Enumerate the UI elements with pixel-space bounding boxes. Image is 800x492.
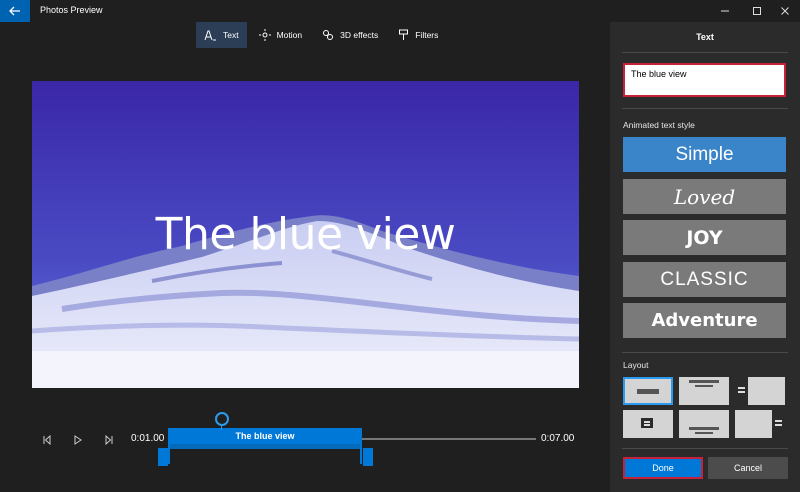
style-joy[interactable]: JOY [623, 220, 786, 255]
style-simple[interactable]: Simple [623, 137, 786, 172]
cancel-button[interactable]: Cancel [708, 457, 788, 479]
filters-icon [399, 29, 409, 40]
video-preview[interactable]: The blue view [32, 81, 579, 388]
cancel-button-label: Cancel [733, 463, 762, 473]
panel-divider [622, 448, 788, 449]
clip-label: The blue view [235, 431, 295, 441]
text-input-value: The blue view [631, 69, 687, 79]
play-icon [74, 435, 82, 445]
layout-mark [695, 385, 713, 387]
back-arrow-icon [9, 6, 20, 16]
maximize-icon [753, 7, 761, 15]
style-simple-label: Simple [675, 143, 734, 165]
layout-mark [644, 424, 650, 426]
trim-end-line [360, 444, 362, 464]
style-classic-label: CLASSIC [660, 268, 749, 290]
panel-divider [622, 352, 788, 353]
maximize-button[interactable] [742, 0, 772, 22]
close-icon [781, 7, 789, 15]
panel-divider [622, 52, 788, 53]
skip-forward-icon [105, 435, 113, 445]
layout-label: Layout [623, 360, 649, 370]
style-adventure[interactable]: Adventure [623, 303, 786, 338]
style-loved-label: Loved [673, 184, 736, 209]
layout-left[interactable] [735, 377, 785, 405]
close-button[interactable] [770, 0, 800, 22]
title-bar: Photos Preview [0, 0, 800, 22]
layout-center[interactable] [623, 377, 673, 405]
minimize-button[interactable] [710, 0, 740, 22]
previous-frame-button[interactable] [40, 433, 54, 447]
layout-mark [689, 427, 719, 430]
play-button[interactable] [71, 433, 85, 447]
panel-title: Text [696, 32, 714, 42]
tab-text-label: Text [223, 30, 239, 40]
text-icon [204, 30, 216, 40]
layout-bottom[interactable] [679, 410, 729, 438]
editor-area: Text Motion 3D effects Filters The blue … [0, 22, 610, 492]
motion-icon [258, 29, 271, 41]
text-input[interactable]: The blue view [623, 63, 786, 97]
clip-range-band [168, 444, 362, 449]
animated-style-label: Animated text style [623, 120, 695, 130]
layout-mark [775, 420, 782, 422]
layout-right[interactable] [735, 410, 785, 438]
minimize-icon [721, 10, 729, 12]
tab-3d-effects[interactable]: 3D effects [314, 22, 386, 48]
playhead-line [221, 426, 222, 430]
tab-motion[interactable]: Motion [251, 22, 311, 48]
toolbar: Text Motion 3D effects Filters [196, 22, 446, 48]
layout-mark [738, 391, 745, 393]
playhead-scrubber[interactable] [215, 412, 229, 426]
style-joy-label: JOY [686, 226, 723, 249]
skip-back-icon [43, 435, 51, 445]
text-panel: Text The blue view Animated text style S… [610, 22, 800, 492]
layout-mark [738, 387, 745, 389]
tab-filters[interactable]: Filters [390, 22, 446, 48]
next-frame-button[interactable] [102, 433, 116, 447]
timeline-track[interactable] [362, 438, 536, 440]
layout-mark [695, 432, 713, 434]
panel-divider [622, 108, 788, 109]
tab-text[interactable]: Text [196, 22, 247, 48]
trim-start-line [168, 444, 170, 464]
done-button[interactable]: Done [623, 457, 703, 479]
layout-mark [637, 389, 659, 394]
layout-mark [641, 418, 653, 428]
layout-top[interactable] [679, 377, 729, 405]
back-button[interactable] [0, 0, 30, 22]
done-button-label: Done [652, 463, 674, 473]
overlay-title-text: The blue view [155, 209, 456, 260]
style-loved[interactable]: Loved [623, 179, 786, 214]
window-title: Photos Preview [40, 5, 103, 15]
end-time: 0:07.00 [541, 433, 575, 444]
tab-motion-label: Motion [276, 30, 303, 40]
style-classic[interactable]: CLASSIC [623, 262, 786, 297]
start-time: 0:01.00 [131, 433, 165, 444]
layout-mark [775, 424, 782, 426]
style-adventure-label: Adventure [651, 310, 758, 331]
text-clip-bar[interactable]: The blue view [168, 428, 362, 444]
tab-filters-label: Filters [415, 30, 439, 40]
3d-effects-icon [323, 30, 334, 40]
trim-end-handle[interactable] [363, 448, 373, 466]
layout-mark [689, 380, 719, 383]
layout-mark [644, 421, 650, 423]
trim-start-handle[interactable] [158, 448, 168, 466]
layout-center-small[interactable] [623, 410, 673, 438]
tab-3d-effects-label: 3D effects [340, 30, 379, 40]
